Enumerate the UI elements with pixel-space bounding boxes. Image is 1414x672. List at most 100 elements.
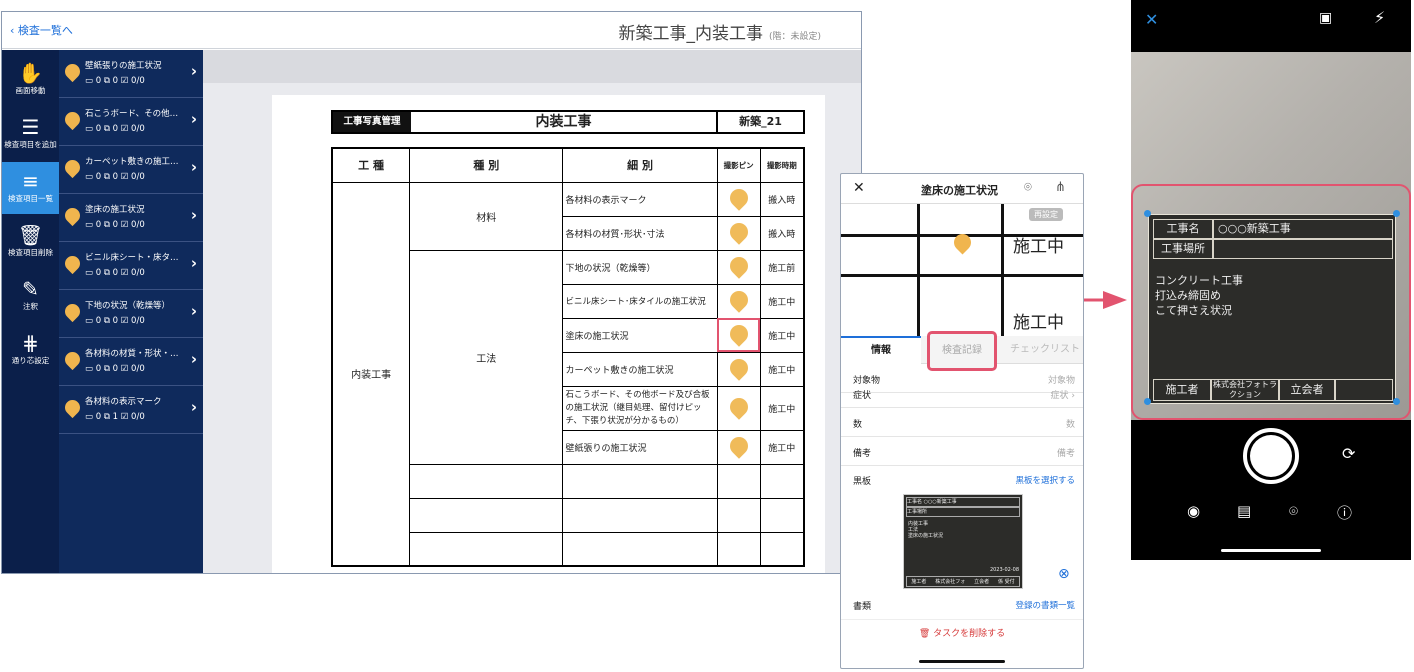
photo-pin-cell-selected[interactable] — [716, 317, 761, 353]
cell-detail: 各材料の表示マーク — [562, 181, 718, 217]
remove-circle-icon[interactable]: ⊗ — [1058, 566, 1070, 582]
list-item[interactable]: 下地の状況（乾燥等） ▭ 0 ⧉ 0 ☑ 0/0 › — [59, 290, 203, 338]
rail-add-item-button[interactable]: ☰ 検査項目を追加 — [2, 108, 59, 160]
shutter-button[interactable] — [1243, 428, 1299, 484]
rail-annotate-button[interactable]: ✎ 注釈 — [2, 270, 59, 322]
task-title: 塗床の施工状況 — [921, 184, 998, 197]
shutter-inner — [1250, 435, 1292, 477]
documents-link[interactable]: 登録の書類一覧 — [1015, 599, 1075, 611]
reset-badge[interactable]: 再設定 — [1029, 208, 1063, 221]
chevron-right-icon: › — [190, 254, 197, 272]
board-key: 工事名 — [1153, 219, 1213, 239]
resize-handle[interactable] — [1144, 210, 1151, 217]
share-icon[interactable]: ⋔ — [1055, 180, 1066, 195]
field-symptom[interactable]: 症状 症状 › — [841, 379, 1083, 408]
list-item[interactable]: 塗床の施工状況 ▭ 0 ⧉ 0 ☑ 0/0 › — [59, 194, 203, 242]
pin-icon — [725, 320, 752, 347]
chevron-right-icon: › — [190, 206, 197, 224]
photo-pin-cell[interactable] — [716, 249, 761, 285]
trash-icon: 🗑 — [918, 629, 931, 639]
task-header: ✕ 塗床の施工状況 ⌾ ⋔ — [841, 174, 1083, 204]
tab-checklist[interactable]: チェックリスト — [1005, 336, 1083, 364]
mini-blackboard[interactable]: 工事名 ○○○新築工事 工事場所 内装工事 工法 塗床の施工状況 2023-02… — [903, 494, 1023, 589]
close-icon[interactable]: ✕ — [853, 180, 865, 196]
photo-pin-cell[interactable] — [716, 385, 761, 431]
mini-board-text: ○○○新築工事 — [923, 499, 957, 505]
list-item[interactable]: カーペット敷きの施工状況 ▭ 0 ⧉ 0 ☑ 0/0 › — [59, 146, 203, 194]
pin-icon — [61, 156, 84, 179]
photo-pin-cell[interactable] — [716, 215, 761, 251]
home-indicator — [919, 660, 1005, 663]
board-key: 工事場所 — [1153, 239, 1213, 259]
resize-handle[interactable] — [1393, 210, 1400, 217]
project-title-text: 新築工事_内装工事 — [618, 24, 763, 44]
resize-handle[interactable] — [1393, 398, 1400, 405]
photo-pin-cell[interactable] — [716, 181, 761, 217]
cell-detail: 塗床の施工状況 — [562, 317, 718, 353]
item-counts: ▭ 0 ⧉ 0 ☑ 0/0 — [85, 124, 145, 134]
cell-koho: 工法 — [409, 249, 564, 465]
board-value: 株式会社フォトラクション — [1211, 379, 1279, 401]
task-map-preview[interactable]: 再設定 施工中 施工中 — [841, 204, 1083, 336]
rail-pan-button[interactable]: ✋ 画面移動 — [2, 54, 59, 106]
delete-task-button[interactable]: 🗑 タスクを削除する — [841, 619, 1083, 647]
field-value: 備考 — [1056, 449, 1075, 459]
switch-camera-icon[interactable]: ⟳ — [1342, 444, 1355, 463]
task-tabs: 情報 検査記録 チェックリスト — [841, 331, 1083, 371]
field-count[interactable]: 数数 — [841, 408, 1083, 437]
rail-delete-item-button[interactable]: 🗑 検査項目削除 — [2, 216, 59, 268]
chevron-right-icon: › — [190, 62, 197, 80]
item-counts: ▭ 0 ⧉ 0 ☑ 0/0 — [85, 220, 145, 230]
photo-blackboard[interactable]: 工事名 ○○○新築工事 工事場所 コンクリート工事 打込み締固め こて押さえ状況… — [1148, 214, 1396, 404]
pin-icon — [61, 60, 84, 83]
photo-pin-cell[interactable] — [716, 283, 761, 319]
item-counts: ▭ 0 ⧉ 0 ☑ 0/0 — [85, 172, 145, 182]
pin-icon — [61, 348, 84, 371]
list-item[interactable]: ビニル床シート・床タイ… ▭ 0 ⧉ 0 ☑ 0/0 › — [59, 242, 203, 290]
eye-icon[interactable]: ◉ — [1187, 502, 1200, 520]
board-body: コンクリート工事 打込み締固め こて押さえ状況 — [1155, 274, 1243, 317]
rail-grid-button[interactable]: ⋕ 通り芯設定 — [2, 324, 59, 376]
mini-board-date: 2023-02-08 — [989, 567, 1019, 573]
select-blackboard-link[interactable]: 黒板を選択する — [1015, 474, 1075, 486]
pin-icon — [725, 393, 752, 420]
list-item[interactable]: 各材料の材質・形状・寸法 ▭ 0 ⧉ 0 ☑ 0/0 › — [59, 338, 203, 386]
close-icon[interactable]: ✕ — [1145, 10, 1158, 29]
list-add-icon: ☰ — [21, 115, 40, 139]
field-value: 数 — [1065, 420, 1075, 430]
location-pin-icon[interactable]: ⌾ — [1289, 502, 1298, 520]
delete-label: タスクを削除する — [933, 629, 1006, 639]
pin-icon — [725, 252, 752, 279]
tab-info[interactable]: 情報 — [841, 336, 921, 364]
list-item[interactable]: 各材料の表示マーク ▭ 0 ⧉ 1 ☑ 0/0 › — [59, 386, 203, 434]
form-header: 工事写真管理 内装工事 新築_21 — [331, 110, 805, 134]
grid-icon: ⋕ — [22, 331, 39, 355]
rail-label: 検査項目削除 — [8, 248, 53, 257]
cell-detail: 壁紙張りの施工状況 — [562, 429, 718, 465]
empty-cell — [716, 497, 761, 533]
field-remarks[interactable]: 備考 備考 — [841, 437, 1083, 466]
blackboard-icon[interactable]: ▤ — [1237, 502, 1251, 520]
photo-pin-cell[interactable] — [716, 429, 761, 465]
trash-icon: 🗑 — [17, 223, 44, 247]
task-detail-phone: ✕ 塗床の施工状況 ⌾ ⋔ 再設定 施工中 施工中 情報 検査記録 チェックリス… — [840, 173, 1084, 669]
cell-detail: ビニル床シート･床タイルの施工状況 — [562, 283, 718, 319]
list-item[interactable]: 壁紙張りの施工状況 ▭ 0 ⧉ 0 ☑ 0/0 › — [59, 50, 203, 98]
header-photo-pin: 撮影ピン — [716, 147, 761, 183]
mini-board-body: 内装工事 工法 塗床の施工状況 — [908, 521, 944, 539]
resize-handle[interactable] — [1144, 398, 1151, 405]
empty-cell — [562, 463, 718, 499]
board-key: 施工者 — [1153, 379, 1211, 401]
flash-off-icon[interactable]: ⚡ — [1374, 8, 1385, 27]
list-item[interactable]: 石こうボード、その他ボ… ▭ 0 ⧉ 0 ☑ 0/0 › — [59, 98, 203, 146]
drawing-canvas[interactable]: 工事写真管理 内装工事 新築_21 工 種 種 別 細 別 撮影ピン 撮影時期 … — [203, 50, 861, 573]
location-pin-icon[interactable]: ⌾ — [1024, 180, 1032, 195]
back-to-list-link[interactable]: ‹ 検査一覧へ — [10, 22, 73, 38]
pin-icon — [725, 354, 752, 381]
rail-item-list-button[interactable]: ≡ 検査項目一覧 — [2, 162, 59, 214]
gallery-icon[interactable]: ▣ — [1319, 10, 1332, 26]
camera-viewfinder: 工事名 ○○○新築工事 工事場所 コンクリート工事 打込み締固め こて押さえ状況… — [1131, 52, 1411, 420]
photo-pin-cell[interactable] — [716, 351, 761, 387]
empty-cell — [716, 531, 761, 567]
info-icon[interactable]: ⓘ — [1337, 502, 1352, 523]
